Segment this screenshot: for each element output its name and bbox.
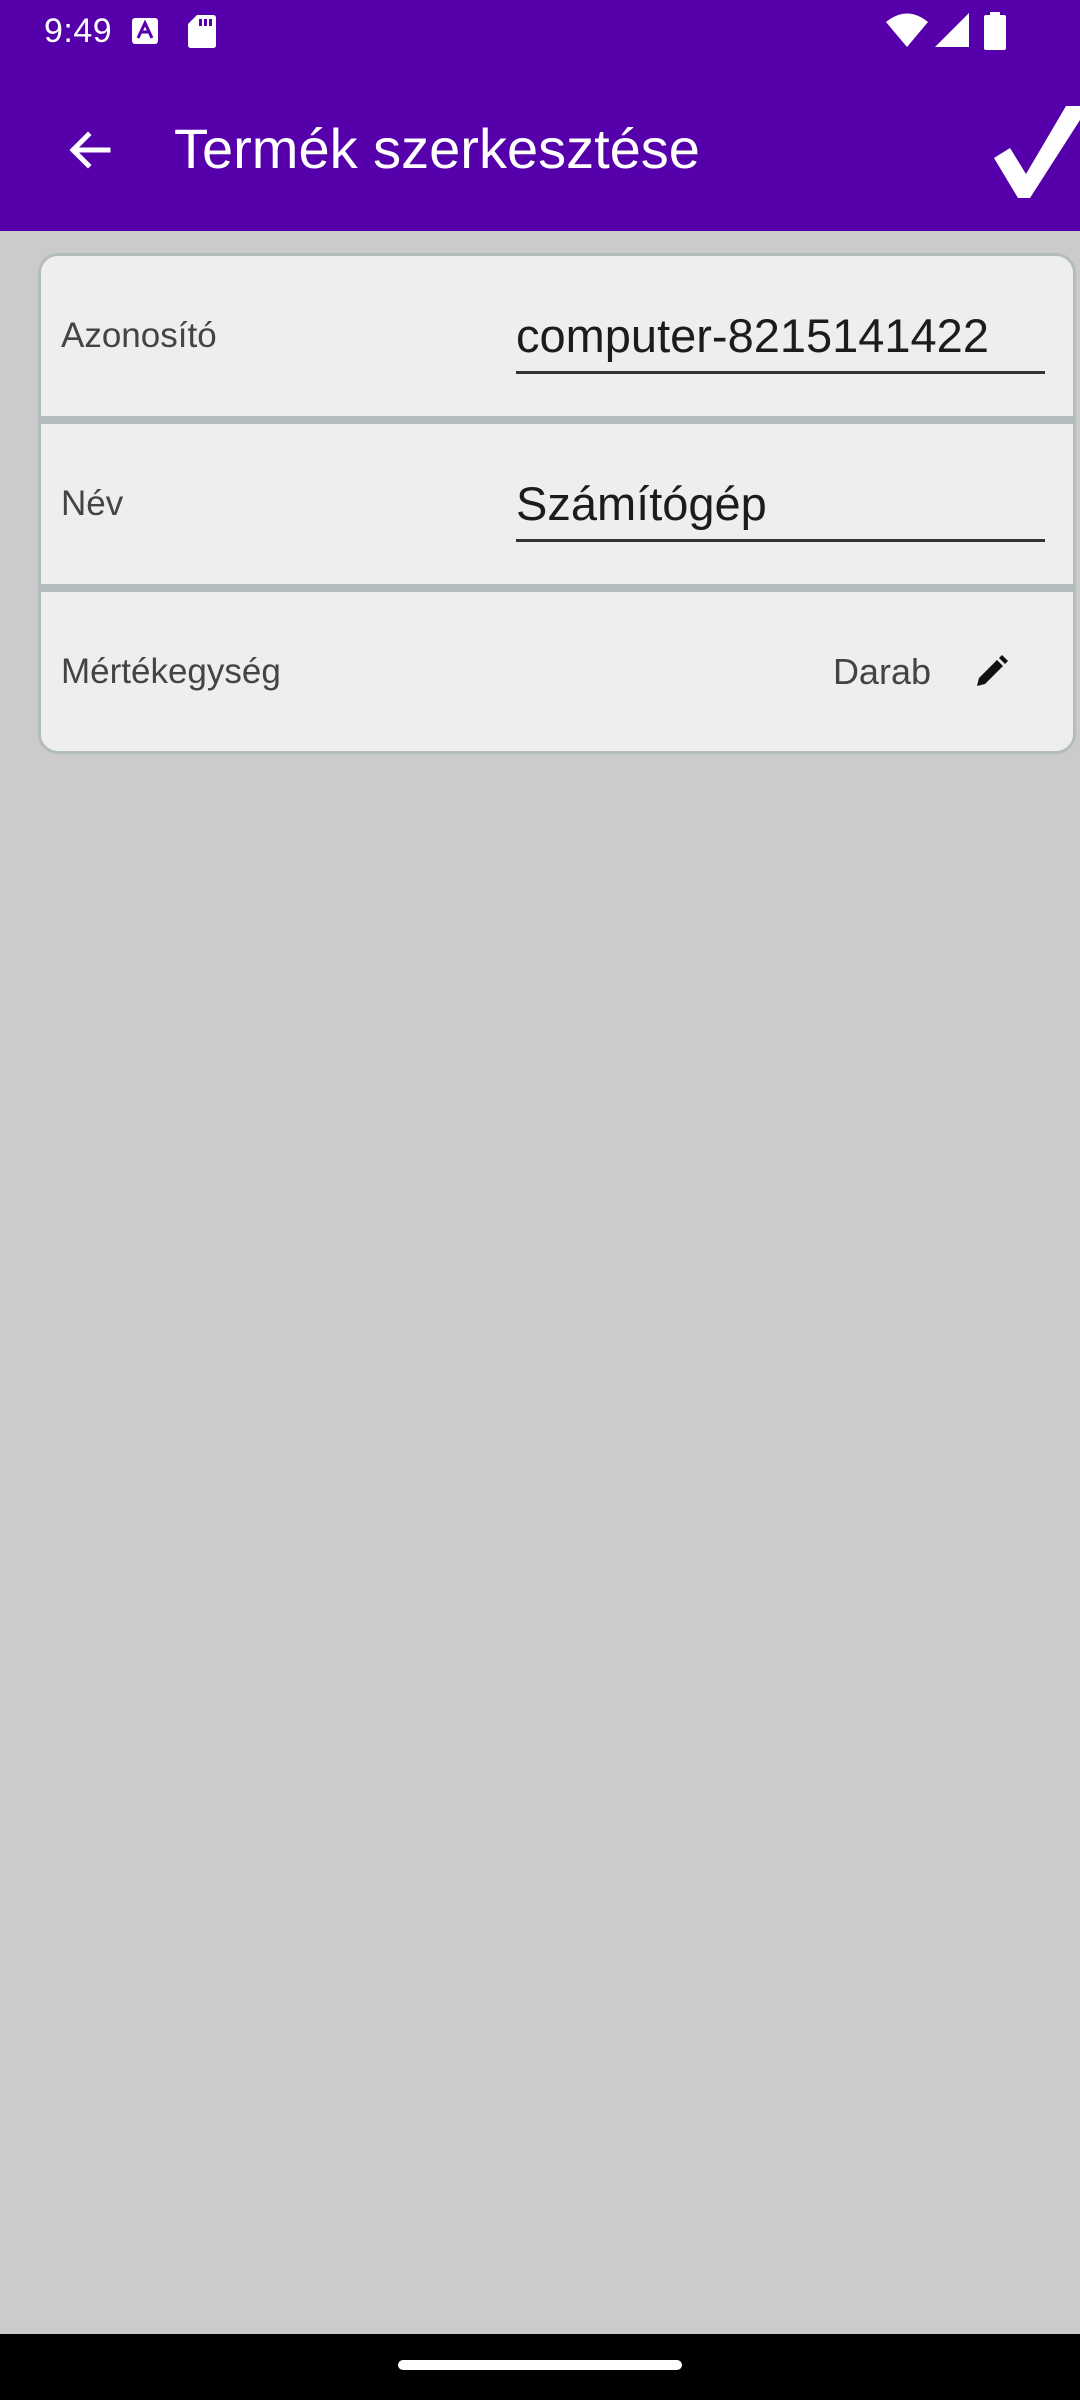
wifi-icon [886,13,928,47]
home-gesture-handle[interactable] [398,2360,682,2370]
divider [41,416,1073,424]
id-label: Azonosító [61,316,217,355]
app-bar: Termék szerkesztése [0,62,1080,231]
status-bar: 9:49 [0,0,1080,62]
back-button[interactable] [50,110,130,190]
pencil-icon [977,655,1008,686]
unit-label: Mértékegység [61,652,281,691]
id-value: computer-8215141422 [516,309,989,362]
unit-row[interactable]: Mértékegység Darab [41,592,1073,751]
sd-card-icon [188,15,216,48]
name-row: Név Számítógép [41,424,1073,584]
edit-unit-button[interactable] [967,648,1015,696]
cell-signal-icon [935,13,969,47]
name-field[interactable]: Számítógép [516,468,1045,542]
checkmark-icon [994,106,1080,198]
navigation-bar [0,2334,1080,2400]
accessibility-a-icon [132,18,158,44]
product-form-card: Azonosító computer-8215141422 Név Számít… [38,253,1076,754]
id-row: Azonosító computer-8215141422 [41,256,1073,416]
divider [41,584,1073,592]
id-field[interactable]: computer-8215141422 [516,300,1045,374]
arrow-left-icon [69,131,111,169]
battery-icon [984,12,1006,50]
status-time: 9:49 [44,12,113,50]
name-label: Név [61,484,124,523]
page-title: Termék szerkesztése [174,117,700,180]
save-button[interactable] [984,100,1080,200]
name-value: Számítógép [516,477,767,530]
unit-value: Darab [832,651,931,692]
